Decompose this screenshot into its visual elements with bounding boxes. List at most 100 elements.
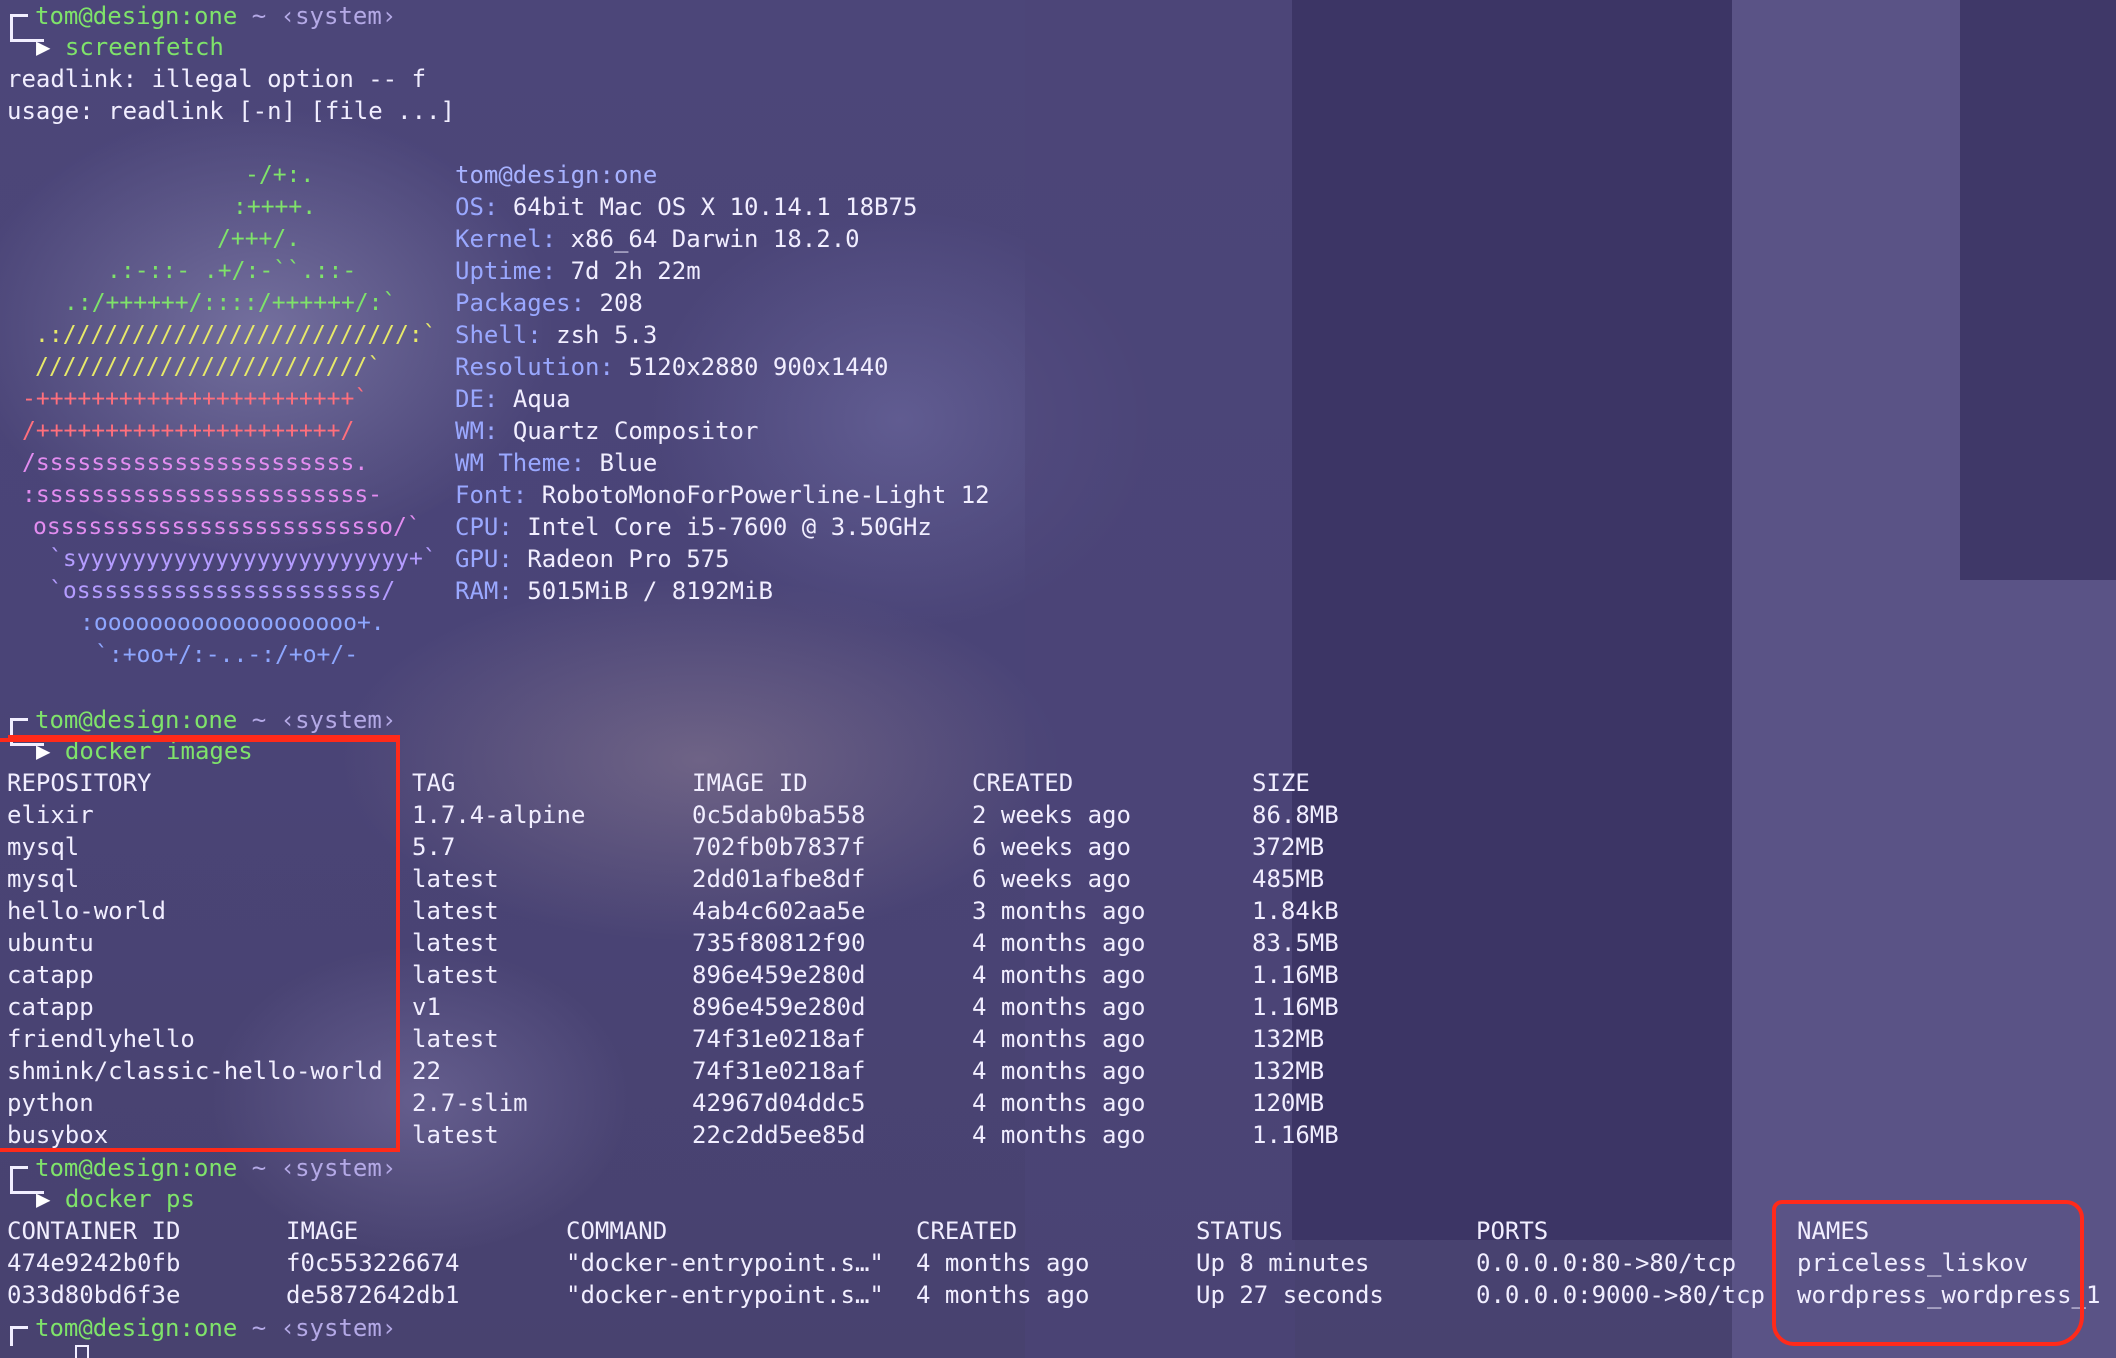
info-row: RAM: 5015MiB / 8192MiB — [455, 575, 773, 607]
info-colon: : — [498, 545, 528, 573]
info-key: OS — [455, 193, 484, 221]
prompt-bracket — [10, 1326, 28, 1346]
table-cell: 735f80812f90 — [692, 929, 866, 957]
info-value: 5120x2880 900x1440 — [628, 353, 889, 381]
table-cell: 474e9242b0fb — [7, 1249, 181, 1277]
logo-line: osssssssssssssssssssssssso/` — [33, 514, 421, 540]
terminal-window[interactable]: tom@design:one ~ ‹system› ▶ screenfetch … — [0, 0, 2116, 1358]
info-key: CPU — [455, 513, 499, 541]
table-cell: 4 months ago — [972, 929, 1146, 957]
table-cell: 2.7-slim — [412, 1089, 528, 1117]
table-cell: 702fb0b7837f — [692, 833, 866, 861]
table-cell: 4 months ago — [972, 993, 1146, 1021]
table-cell: de5872642db1 — [286, 1281, 460, 1309]
table-cell: "docker-entrypoint.s…" — [566, 1281, 884, 1309]
column-header: IMAGE ID — [692, 769, 808, 797]
table-cell: 1.7.4-alpine — [412, 801, 586, 829]
info-key: Kernel — [455, 225, 542, 253]
table-cell: 6 weeks ago — [972, 865, 1131, 893]
table-cell: 74f31e0218af — [692, 1025, 866, 1053]
info-value: 7d 2h 22m — [570, 257, 701, 285]
info-row: Font: RobotoMonoForPowerline-Light 12 — [455, 479, 990, 511]
column-header: CONTAINER ID — [7, 1217, 181, 1245]
info-value: Radeon Pro 575 — [527, 545, 730, 573]
screenfetch-user-host: tom@design:one — [455, 161, 658, 189]
prompt-line: tom@design:one ~ ‹system› — [35, 706, 397, 734]
info-key: Font — [455, 481, 513, 509]
table-cell: 0.0.0.0:80->80/tcp — [1476, 1249, 1737, 1277]
info-key: WM Theme — [455, 449, 571, 477]
table-cell: 485MB — [1252, 865, 1325, 893]
command-text: screenfetch — [64, 33, 224, 61]
table-cell: 1.16MB — [1252, 993, 1339, 1021]
table-cell: latest — [412, 1121, 499, 1149]
info-colon: : — [483, 193, 513, 221]
info-colon: : — [512, 481, 542, 509]
info-row: WM Theme: Blue — [455, 447, 657, 479]
column-header: STATUS — [1196, 1217, 1283, 1245]
info-key: GPU — [455, 545, 499, 573]
logo-line: `syyyyyyyyyyyyyyyyyyyyyyyy+` — [49, 546, 437, 572]
table-cell: 4 months ago — [972, 1057, 1146, 1085]
info-row: CPU: Intel Core i5-7600 @ 3.50GHz — [455, 511, 932, 543]
column-header: PORTS — [1476, 1217, 1549, 1245]
table-cell: 120MB — [1252, 1089, 1325, 1117]
info-colon: : — [541, 257, 571, 285]
table-cell: 4 months ago — [916, 1249, 1090, 1277]
table-cell: 4 months ago — [972, 1121, 1146, 1149]
table-cell: f0c553226674 — [286, 1249, 460, 1277]
column-header: CREATED — [916, 1217, 1018, 1245]
table-cell: Up 8 minutes — [1196, 1249, 1370, 1277]
info-key: Resolution — [455, 353, 600, 381]
table-cell: 2dd01afbe8df — [692, 865, 866, 893]
info-colon: : — [483, 385, 513, 413]
table-cell: 372MB — [1252, 833, 1325, 861]
table-cell: latest — [412, 865, 499, 893]
info-colon: : — [498, 577, 528, 605]
info-value: Quartz Compositor — [512, 417, 759, 445]
table-cell: 4 months ago — [916, 1281, 1090, 1309]
prompt-line: tom@design:one ~ ‹system› — [35, 1154, 397, 1182]
command-line: ▶ docker ps — [36, 1185, 195, 1213]
prompt-path: ~ — [251, 2, 267, 30]
table-cell: 896e459e280d — [692, 993, 866, 1021]
prompt-line: tom@design:one ~ ‹system› — [35, 0, 396, 32]
table-cell: 033d80bd6f3e — [7, 1281, 181, 1309]
column-header: TAG — [412, 769, 456, 797]
annotation-box-repository — [0, 738, 400, 1152]
logo-line: .://///////////////////////:` — [35, 322, 437, 348]
table-cell: Up 27 seconds — [1196, 1281, 1384, 1309]
table-cell: 132MB — [1252, 1057, 1325, 1085]
table-cell: 0c5dab0ba558 — [692, 801, 866, 829]
table-cell: 0.0.0.0:9000->80/tcp — [1476, 1281, 1765, 1309]
info-row: DE: Aqua — [455, 383, 571, 415]
table-cell: latest — [412, 1025, 499, 1053]
table-cell: 2 weeks ago — [972, 801, 1131, 829]
table-cell: 132MB — [1252, 1025, 1325, 1053]
table-cell: 4ab4c602aa5e — [692, 897, 866, 925]
logo-line: .:/++++++/::::/++++++/:` — [64, 290, 397, 316]
terminal-cursor[interactable] — [75, 1345, 89, 1358]
annotation-box-names — [1772, 1200, 2084, 1346]
info-key: RAM — [455, 577, 499, 605]
table-cell: 74f31e0218af — [692, 1057, 866, 1085]
info-colon: : — [541, 225, 571, 253]
info-row: WM: Quartz Compositor — [455, 415, 758, 447]
logo-line: .:-::- .+/:-``.::- — [107, 258, 357, 284]
column-header: COMMAND — [566, 1217, 668, 1245]
prompt-arrow-icon: ▶ — [36, 1185, 51, 1213]
logo-line: ////////////////////////` — [35, 354, 382, 380]
column-header: SIZE — [1252, 769, 1310, 797]
logo-line: -+++++++++++++++++++++++` — [22, 386, 369, 412]
info-colon: : — [570, 449, 600, 477]
info-value: 64bit Mac OS X 10.14.1 18B75 — [512, 193, 918, 221]
table-cell: 1.84kB — [1252, 897, 1339, 925]
output-line: readlink: illegal option -- f — [7, 65, 427, 93]
column-header: IMAGE — [286, 1217, 359, 1245]
info-row: Packages: 208 — [455, 287, 643, 319]
logo-line: /+++/. — [217, 226, 301, 252]
logo-line: :++++. — [233, 194, 317, 220]
info-colon: : — [570, 289, 600, 317]
info-row: GPU: Radeon Pro 575 — [455, 543, 730, 575]
table-cell: 1.16MB — [1252, 1121, 1339, 1149]
